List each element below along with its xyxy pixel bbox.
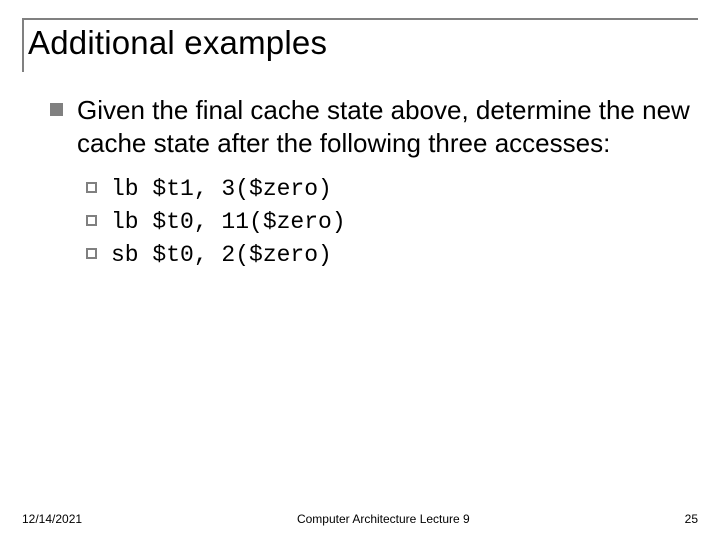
footer-title: Computer Architecture Lecture 9 — [82, 512, 685, 526]
code-line: lb $t1, 3($zero) — [111, 175, 332, 204]
slide: Additional examples Given the final cach… — [0, 0, 720, 540]
code-line: sb $t0, 2($zero) — [111, 241, 332, 270]
footer-page-number: 25 — [685, 512, 698, 526]
sub-bullet-list: lb $t1, 3($zero) lb $t0, 11($zero) sb $t… — [50, 175, 698, 269]
bullet-level2: lb $t0, 11($zero) — [86, 208, 698, 237]
open-square-bullet-icon — [86, 248, 97, 259]
square-bullet-icon — [50, 103, 63, 116]
bullet-level2: sb $t0, 2($zero) — [86, 241, 698, 270]
bullet-level2: lb $t1, 3($zero) — [86, 175, 698, 204]
open-square-bullet-icon — [86, 215, 97, 226]
bullet-level1: Given the final cache state above, deter… — [50, 94, 698, 159]
code-line: lb $t0, 11($zero) — [111, 208, 346, 237]
footer-date: 12/14/2021 — [22, 512, 82, 526]
title-container: Additional examples — [22, 18, 698, 72]
slide-footer: 12/14/2021 Computer Architecture Lecture… — [0, 512, 720, 526]
bullet-text: Given the final cache state above, deter… — [77, 94, 698, 159]
slide-title: Additional examples — [28, 24, 698, 62]
slide-body: Given the final cache state above, deter… — [22, 94, 698, 269]
open-square-bullet-icon — [86, 182, 97, 193]
